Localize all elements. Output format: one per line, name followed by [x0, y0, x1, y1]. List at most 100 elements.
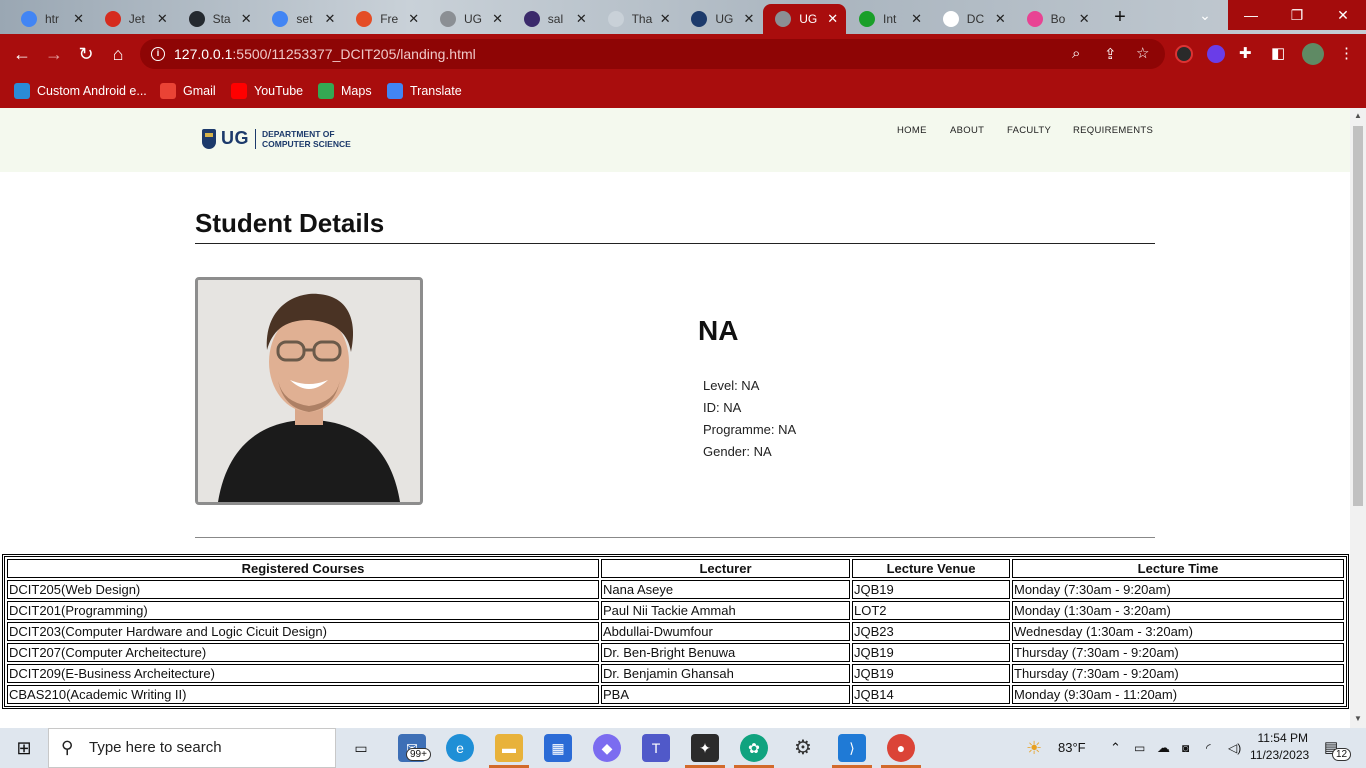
notification-badge: 12 — [1332, 748, 1352, 761]
play-icon — [859, 11, 875, 27]
scrollbar-thumb[interactable] — [1353, 126, 1363, 506]
browser-tab[interactable]: Sta ✕ — [177, 4, 260, 34]
chatgpt-icon[interactable]: ✿ — [740, 734, 768, 762]
close-tab-icon[interactable]: ✕ — [995, 11, 1006, 27]
tray-chevron-icon[interactable]: ⌃ — [1110, 728, 1121, 768]
scroll-down-icon[interactable]: ▼ — [1354, 714, 1362, 723]
side-panel-icon[interactable]: ◧ — [1271, 44, 1285, 62]
extension-icon[interactable] — [1207, 45, 1225, 63]
forward-icon[interactable]: → — [42, 42, 66, 66]
extensions-puzzle-icon[interactable]: ✚ — [1239, 44, 1252, 62]
venue-cell: JQB23 — [852, 622, 1010, 641]
bookmark-item[interactable]: Custom Android e... — [14, 82, 147, 100]
close-tab-icon[interactable]: ✕ — [73, 11, 84, 27]
browser-tab[interactable]: Fre ✕ — [344, 4, 427, 34]
browser-tab[interactable]: htr ✕ — [9, 4, 92, 34]
close-window-button[interactable]: ✕ — [1320, 0, 1366, 30]
close-tab-icon[interactable]: ✕ — [1079, 11, 1090, 27]
search-placeholder: Type here to search — [89, 739, 222, 756]
zoom-icon[interactable]: ⌕ — [1072, 45, 1080, 62]
ug-logo[interactable]: UG DEPARTMENT OF COMPUTER SCIENCE — [202, 128, 351, 149]
course-cell: DCIT201(Programming) — [7, 601, 599, 620]
browser-tab[interactable]: UG ✕ — [679, 4, 762, 34]
teams-icon[interactable]: T — [642, 734, 670, 762]
windows-start-icon[interactable]: ⊞ — [10, 734, 38, 762]
scroll-up-icon[interactable]: ▲ — [1354, 111, 1362, 120]
bookmark-star-icon[interactable]: ☆ — [1136, 44, 1149, 62]
weather-temp[interactable]: 83°F — [1058, 728, 1086, 768]
bookmark-item[interactable]: Maps — [318, 82, 372, 100]
close-tab-icon[interactable]: ✕ — [576, 11, 587, 27]
back-icon[interactable]: ← — [10, 42, 34, 66]
column-header: Lecture Venue — [852, 559, 1010, 578]
weather-icon[interactable]: ☀ — [1026, 728, 1042, 768]
meet-icon[interactable]: ◙ — [1182, 728, 1189, 768]
tab-title: Fre — [380, 12, 399, 26]
browser-tab[interactable]: DC ✕ — [931, 4, 1014, 34]
github-icon — [188, 11, 205, 27]
menu-icon[interactable]: ⋮ — [1339, 44, 1354, 62]
close-tab-icon[interactable]: ✕ — [408, 11, 419, 27]
share-icon[interactable]: ⇪ — [1104, 45, 1117, 63]
browser-tab[interactable]: Jet ✕ — [93, 4, 176, 34]
browser-tab[interactable]: sal ✕ — [512, 4, 595, 34]
bookmarks-bar: Custom Android e... Gmail YouTube Maps Trans… — [0, 74, 1366, 108]
page-viewport: UG DEPARTMENT OF COMPUTER SCIENCE HOME A… — [0, 108, 1350, 728]
reload-icon[interactable]: ↻ — [74, 42, 98, 66]
tab-search-icon[interactable]: ⌄ — [1182, 0, 1228, 30]
close-tab-icon[interactable]: ✕ — [911, 11, 922, 27]
site-info-icon[interactable]: i — [151, 47, 165, 61]
browser-tab[interactable]: UG ✕ — [428, 4, 511, 34]
tab-title: UG — [799, 12, 818, 26]
close-tab-icon[interactable]: ✕ — [492, 11, 503, 27]
figma-icon[interactable]: ✦ — [691, 734, 719, 762]
close-tab-icon[interactable]: ✕ — [324, 11, 335, 27]
page-scrollbar[interactable]: ▲ ▼ — [1350, 108, 1366, 728]
extension-icon[interactable] — [1175, 45, 1193, 63]
settings-gear-icon[interactable]: ⚙ — [789, 734, 817, 762]
browser-tab[interactable]: set ✕ — [260, 4, 343, 34]
browser-tab[interactable]: Bo ✕ — [1015, 4, 1098, 34]
home-icon[interactable]: ⌂ — [106, 42, 130, 66]
lecturer-cell: PBA — [601, 685, 850, 704]
wifi-icon[interactable]: ◜ — [1206, 728, 1211, 768]
vscode-icon[interactable]: ⟩ — [838, 734, 866, 762]
edge-icon[interactable]: e — [446, 734, 474, 762]
nav-about[interactable]: ABOUT — [950, 125, 984, 136]
browser-tab[interactable]: Tha ✕ — [596, 4, 679, 34]
browser-tab[interactable]: Int ✕ — [847, 4, 930, 34]
volume-icon[interactable]: ◁) — [1228, 728, 1241, 768]
mail-badge: 99+ — [406, 748, 431, 761]
close-tab-icon[interactable]: ✕ — [157, 11, 168, 27]
close-tab-icon[interactable]: ✕ — [241, 11, 252, 27]
browser-tab[interactable]: UG ✕ — [763, 4, 847, 34]
venue-cell: LOT2 — [852, 601, 1010, 620]
bookmark-item[interactable]: YouTube — [231, 82, 303, 100]
battery-icon[interactable]: ▭ — [1134, 728, 1145, 768]
chrome-icon[interactable]: ● — [887, 734, 915, 762]
file-explorer-icon[interactable]: ▬ — [495, 734, 523, 762]
close-tab-icon[interactable]: ✕ — [827, 11, 838, 27]
table-row: DCIT201(Programming) Paul Nii Tackie Amma… — [7, 601, 1344, 620]
swiss-flag-icon — [104, 11, 121, 27]
task-view-icon[interactable]: ▭ — [347, 734, 375, 762]
new-tab-button[interactable]: + — [1108, 6, 1132, 30]
taskbar-search-box[interactable]: ⚲ Type here to search — [48, 728, 336, 768]
nav-requirements[interactable]: REQUIREMENTS — [1073, 125, 1153, 136]
address-bar[interactable]: i 127.0.0.1:5500/11253377_DCIT205/landin… — [140, 39, 1165, 69]
profile-avatar[interactable] — [1302, 43, 1324, 65]
store-icon[interactable]: ▦ — [544, 734, 572, 762]
close-tab-icon[interactable]: ✕ — [743, 11, 754, 27]
clock[interactable]: 11:54 PM 11/23/2023 — [1250, 731, 1309, 762]
crest-icon — [523, 11, 540, 27]
close-tab-icon[interactable]: ✕ — [660, 11, 671, 27]
onedrive-icon[interactable]: ☁ — [1157, 728, 1170, 768]
nav-home[interactable]: HOME — [897, 125, 927, 136]
minimize-button[interactable]: — — [1228, 0, 1274, 30]
bookmark-item[interactable]: Translate — [387, 82, 462, 100]
bookmark-label: Translate — [410, 84, 462, 98]
restore-button[interactable]: ❐ — [1274, 0, 1320, 30]
nav-faculty[interactable]: FACULTY — [1007, 125, 1051, 136]
copilot-icon[interactable]: ◆ — [593, 734, 621, 762]
bookmark-item[interactable]: Gmail — [160, 82, 216, 100]
